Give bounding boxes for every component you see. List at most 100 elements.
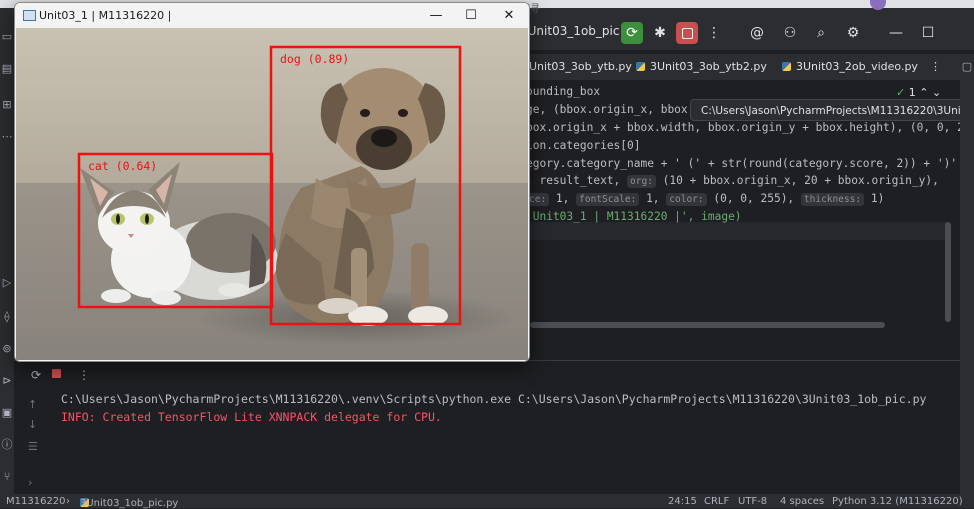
status-indent[interactable]: 4 spaces	[780, 496, 824, 507]
more-horizontal-icon[interactable]: ⋯	[0, 130, 14, 144]
terminal-icon[interactable]: ▣	[0, 406, 14, 420]
breadcrumb-separator-icon: ›	[66, 496, 70, 507]
problems-icon[interactable]: ⓘ	[0, 438, 14, 452]
check-icon: ✓	[896, 86, 906, 99]
code-line-6: , result_text, org: (10 + bbox.origin_x,…	[526, 174, 939, 188]
scroll-up-icon[interactable]: ↑	[28, 398, 37, 411]
tab-label: 3Unit03_2ob_video.py	[796, 60, 918, 73]
stop-button[interactable]	[676, 22, 698, 44]
dog-detection-label: dog (0.89)	[280, 52, 349, 66]
add-user-icon: ⚇	[783, 25, 797, 41]
run-config-label: 3Unit03_1ob_pic	[520, 24, 620, 38]
rerun-icon[interactable]: ⟳	[31, 368, 41, 382]
status-caret-position[interactable]: 24:15	[668, 496, 697, 507]
app-icon	[23, 10, 36, 21]
stop-icon[interactable]	[52, 369, 61, 378]
structure-icon[interactable]: ⊞	[0, 98, 14, 112]
scroll-down-icon[interactable]: ↓	[28, 418, 37, 431]
run-icon[interactable]: ▷	[0, 276, 14, 290]
tab-label: 3Unit03_3ob_ytb.py	[522, 60, 632, 73]
tab-label: 3Unit03_3ob_ytb2.py	[650, 60, 767, 73]
status-interpreter[interactable]: Python 3.12 (M11316220)	[832, 496, 963, 507]
status-file-label: 3Unit03_1ob_pic.py	[80, 498, 179, 509]
code-text: box.origin_x + bbox.width, bbox.origin_y…	[526, 121, 974, 134]
more-vertical-icon[interactable]: ⋮	[78, 368, 90, 382]
code-text: (10 + bbox.origin_x, 20 + bbox.origin_y)…	[655, 174, 939, 187]
gear-icon: ⚙	[846, 25, 860, 41]
param-hint: thickness:	[800, 193, 865, 206]
bug-icon: ✱	[654, 25, 666, 41]
vcs-icon[interactable]: ⑂	[0, 470, 14, 484]
tab-3unit03-2ob-video[interactable]: 3Unit03_2ob_video.py	[782, 60, 918, 73]
code-text: 1,	[639, 192, 667, 205]
code-text: ge, (bbox.origin_x, bbox.o	[526, 103, 702, 116]
window-minimize-button[interactable]: —	[421, 6, 451, 26]
file-path-tooltip: C:\Users\Jason\PycharmProjects\M11316220…	[690, 99, 974, 121]
run-tool-window	[14, 360, 960, 495]
more-actions-button[interactable]: ⋮	[703, 22, 725, 44]
window-close-button[interactable]: ✕	[494, 6, 524, 26]
right-tool-rail: ▢	[960, 54, 974, 494]
status-line-separator[interactable]: CRLF	[704, 496, 729, 507]
search-icon: ⌕	[817, 25, 825, 41]
ai-assistant-button[interactable]: @	[746, 22, 768, 44]
code-line-5: egory.category_name + ' (' + str(round(c…	[526, 157, 957, 170]
status-bar: M11316220 › 3Unit03_1ob_pic.py 24:15 CRL…	[0, 494, 974, 509]
code-text: ion.categories[0]	[526, 139, 641, 152]
debug-button[interactable]: ✱	[649, 22, 671, 44]
editor-horizontal-scrollbar[interactable]	[530, 322, 885, 328]
param-hint: fontScale:	[576, 193, 640, 206]
param-hint: color:	[666, 193, 707, 206]
current-line-highlight	[520, 222, 950, 240]
tab-3unit03-3ob-ytb2[interactable]: 3Unit03_3ob_ytb2.py	[636, 60, 767, 73]
chevron-up-icon: ⌃	[919, 86, 929, 99]
notifications-icon[interactable]: ▢	[960, 60, 974, 74]
editor-vertical-scrollbar[interactable]	[945, 222, 951, 322]
status-encoding[interactable]: UTF-8	[738, 496, 767, 507]
editor-tab-bar: 3Unit03_3ob_ytb.py 3Unit03_3ob_ytb2.py 3…	[520, 54, 960, 81]
add-user-button[interactable]: ⚇	[779, 22, 801, 44]
status-project[interactable]: M11316220	[6, 496, 66, 507]
rerun-button[interactable]: ⟳	[621, 22, 643, 44]
window-maximize-button[interactable]: ☐	[456, 6, 486, 26]
code-line-3: box.origin_x + bbox.width, bbox.origin_y…	[526, 121, 974, 134]
code-line-7: ce: 1, fontScale: 1, color: (0, 0, 255),…	[526, 192, 884, 206]
window-titlebar[interactable]: Unit03_1 | M11316220 | — ☐ ✕	[15, 3, 529, 28]
code-text: , result_text,	[526, 174, 628, 187]
python-file-icon	[636, 62, 645, 71]
soft-wrap-icon[interactable]: ☰	[28, 440, 38, 453]
console-info-line: INFO: Created TensorFlow Lite XNNPACK de…	[61, 410, 442, 424]
code-text: 'Unit03_1 | M11316220 |', image)	[526, 210, 742, 223]
more-vertical-icon: ⋮	[707, 25, 721, 41]
image-viewer-window[interactable]: Unit03_1 | M11316220 | — ☐ ✕ dog (0.89) …	[14, 2, 530, 362]
search-button[interactable]: ⌕	[810, 22, 832, 44]
chevron-down-icon: ⌄	[931, 86, 942, 99]
code-line-2: ge, (bbox.origin_x, bbox.o	[526, 103, 701, 116]
code-line-4: ion.categories[0]	[526, 139, 641, 152]
python-packages-icon[interactable]: ⟠	[0, 310, 14, 324]
left-tool-rail: ▭ ▤ ⊞ ⋯ ▷ ⟠ ⊚ ⊳ ▣ ⓘ ⑂	[0, 18, 14, 498]
detection-image: dog (0.89) cat (0.64)	[16, 28, 528, 360]
code-text: 1,	[549, 192, 577, 205]
ide-maximize-button[interactable]: ☐	[917, 22, 939, 44]
settings-button[interactable]: ⚙	[842, 22, 864, 44]
python-console-icon[interactable]: ⊚	[0, 342, 14, 356]
spiral-icon: @	[750, 25, 764, 41]
code-text: 1)	[864, 192, 885, 205]
cat-detection-label: cat (0.64)	[88, 159, 157, 173]
folder-icon[interactable]: ▤	[0, 62, 14, 76]
code-line-8: 'Unit03_1 | M11316220 |', image)	[526, 210, 742, 223]
code-line-1: ounding_box	[526, 85, 600, 98]
chevron-right-icon[interactable]: ›	[28, 476, 32, 489]
ide-minimize-button[interactable]: —	[885, 22, 907, 44]
inspection-widget[interactable]: ✓ 1 ⌃ ⌄	[896, 86, 941, 99]
window-title: Unit03_1 | M11316220 |	[39, 9, 172, 22]
rerun-icon: ⟳	[626, 25, 638, 41]
project-icon[interactable]: ▭	[0, 30, 14, 44]
tab-3unit03-3ob-ytb[interactable]: 3Unit03_3ob_ytb.py	[522, 60, 632, 73]
tab-overflow-button[interactable]: ⋮	[930, 60, 941, 73]
python-file-icon	[782, 62, 791, 71]
inspection-count: 1	[908, 86, 916, 99]
services-icon[interactable]: ⊳	[0, 374, 14, 388]
run-config-selector[interactable]: 3Unit03_1ob_pic⌄	[520, 24, 632, 38]
